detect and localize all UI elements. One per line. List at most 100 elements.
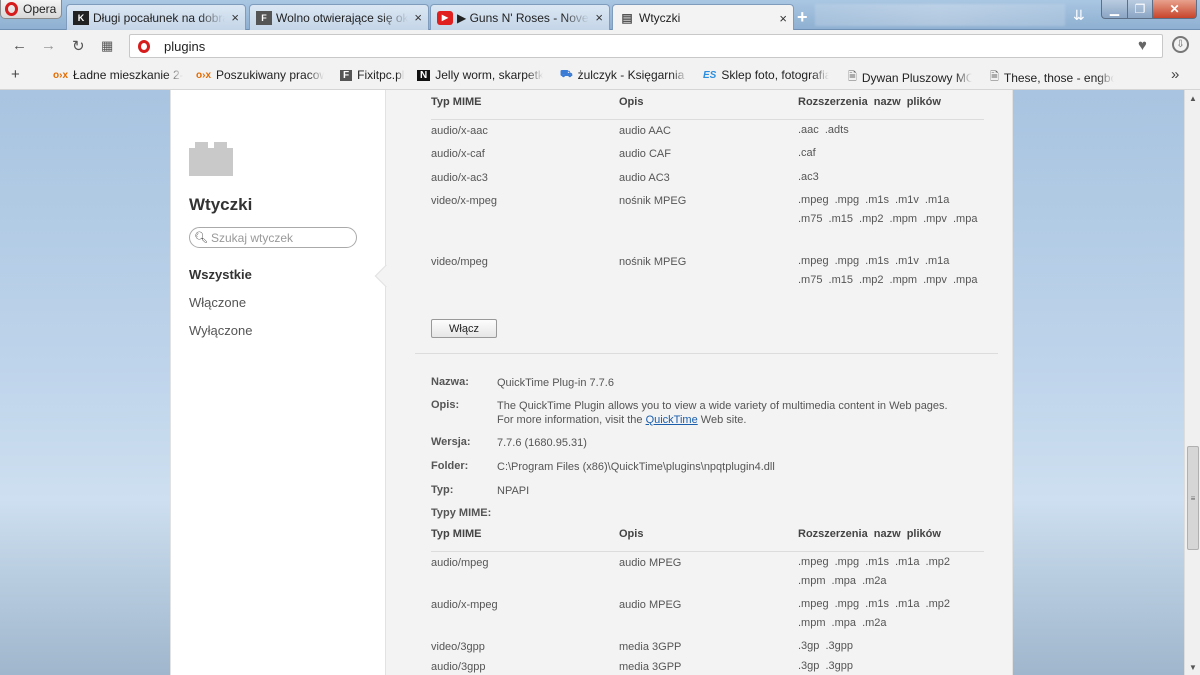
jelly-favicon-icon: N: [417, 69, 431, 81]
fixitpc-favicon-icon: F: [340, 69, 353, 81]
page-title: Wtyczki: [189, 195, 253, 214]
mime-table: Typ MIME Opis Rozszerzenia nazw plików a…: [431, 96, 984, 310]
cell-mime: audio/x-ac3: [431, 172, 488, 184]
header-ext: Rozszerzenia nazw plików: [798, 528, 941, 540]
opera-page-icon: [138, 39, 150, 53]
bookmark-item[interactable]: ⛟ żulczyk - Księgarnia I: [560, 68, 688, 82]
cell-desc: nośnik MPEG: [619, 195, 687, 207]
table-row: audio/x-aac audio AAC .aac .adts: [431, 121, 984, 144]
page-scrollbar[interactable]: ▲ ≡ ▼: [1184, 90, 1200, 675]
cell-mime: video/mpeg: [431, 256, 488, 268]
cell-ext: .3gp .3gpp: [798, 640, 853, 652]
cart-favicon-icon: ⛟: [560, 68, 573, 80]
download-icon[interactable]: ⇩: [1172, 36, 1189, 53]
scroll-up-icon[interactable]: ▲: [1185, 90, 1200, 106]
bookmark-label: Sklep foto, fotografia: [721, 68, 829, 82]
cell-mime: audio/3gpp: [431, 661, 486, 673]
filter-disabled[interactable]: Wyłączone: [189, 323, 252, 338]
opera-menu-label: Opera: [23, 2, 57, 16]
cell-mime: audio/x-mpeg: [431, 599, 498, 611]
close-tab-icon[interactable]: ×: [595, 10, 603, 25]
cell-desc: audio AC3: [619, 172, 670, 184]
header-mime: Typ MIME: [431, 96, 482, 108]
tab-title: Wolno otwierające się okno: [276, 10, 409, 25]
close-tab-icon[interactable]: ×: [231, 10, 239, 25]
bookmark-item[interactable]: 🗎 These, those - engbo: [990, 68, 1114, 87]
add-bookmark-icon[interactable]: +: [11, 66, 20, 83]
opera-menu-button[interactable]: Opera: [0, 0, 62, 19]
bookmark-item[interactable]: 🗎 Dywan Pluszowy MO: [848, 68, 972, 87]
plugin-version: 7.7.6 (1680.95.31): [497, 437, 587, 449]
bookmark-item[interactable]: ES Sklep foto, fotografia: [703, 68, 829, 82]
reload-icon[interactable]: ↻: [72, 37, 85, 55]
description-text-end: Web site.: [697, 414, 747, 426]
speed-dial-grid-icon[interactable]: ▦: [101, 38, 113, 54]
cell-ext: .aac .adts: [798, 124, 849, 136]
tab-strip: Opera K Długi pocałunek na dobrani × F W…: [0, 0, 1200, 31]
navigation-bar: ← → ↻ ▦ plugins ♥ ⇩: [0, 30, 1200, 61]
olx-favicon-icon: o›x: [53, 69, 68, 81]
forward-arrow-icon[interactable]: →: [41, 37, 56, 54]
table-row: audio/mpeg audio MPEG .mpeg .mpg .m1s .m…: [431, 553, 984, 595]
tab-wolno-otwierajace[interactable]: F Wolno otwierające się okno ×: [249, 4, 429, 30]
tab-title: Długi pocałunek na dobrani: [93, 10, 226, 25]
olx-favicon-icon: o›x: [196, 69, 211, 81]
bookmark-label: Poszukiwany pracow: [216, 68, 324, 82]
version-label: Wersja:: [431, 436, 471, 448]
bookmark-item[interactable]: o›x Poszukiwany pracow: [196, 68, 324, 82]
bookmark-label: Fixitpc.pl: [357, 68, 405, 82]
minimize-button[interactable]: ▁: [1101, 0, 1128, 19]
tab-dlugi-pocalunek[interactable]: K Długi pocałunek na dobrani ×: [66, 4, 246, 30]
close-tab-icon[interactable]: ×: [414, 10, 422, 25]
mime-table: Typ MIME Opis Rozszerzenia nazw plików a…: [431, 528, 984, 675]
cell-ext: .caf: [798, 147, 816, 159]
search-input[interactable]: [210, 230, 351, 245]
close-tab-icon[interactable]: ×: [779, 11, 787, 26]
page-icon: 🗎: [990, 71, 999, 83]
scrollbar-thumb[interactable]: ≡: [1187, 446, 1199, 550]
cell-mime: audio/x-caf: [431, 148, 485, 160]
quicktime-link[interactable]: QuickTime: [646, 414, 698, 426]
close-window-button[interactable]: ✕: [1152, 0, 1197, 19]
type-label: Typ:: [431, 484, 454, 496]
tab-title: Wtyczki: [639, 11, 681, 25]
cell-desc: audio CAF: [619, 148, 671, 160]
address-bar[interactable]: plugins: [129, 34, 1163, 58]
cell-desc: media 3GPP: [619, 641, 682, 653]
plugin-search[interactable]: 🔍︎: [189, 227, 357, 248]
cell-desc: audio AAC: [619, 125, 671, 137]
bookmark-item[interactable]: F Fixitpc.pl: [340, 68, 408, 82]
new-tab-button[interactable]: +: [797, 7, 808, 28]
table-row: audio/x-mpeg audio MPEG .mpeg .mpg .m1s …: [431, 595, 984, 637]
cell-ext: .mpeg .mpg .m1s .m1v .m1a .m75 .m15 .mp2…: [798, 255, 978, 286]
tab-wtyczki[interactable]: ▤ Wtyczki ×: [612, 4, 794, 31]
table-row: audio/x-ac3 audio AC3 .ac3: [431, 168, 984, 191]
cell-ext: .mpeg .mpg .m1s .m1v .m1a .m75 .m15 .mp2…: [798, 194, 978, 225]
minimize-icon: ▁: [1109, 2, 1120, 16]
table-row: video/mpeg nośnik MPEG .mpeg .mpg .m1s .…: [431, 252, 984, 310]
bookmark-item[interactable]: N Jelly worm, skarpetki: [417, 68, 543, 82]
tab-guns-n-roses[interactable]: ▶ ▶ Guns N' Roses - November ×: [430, 4, 610, 30]
plugins-sidebar: Wtyczki 🔍︎ Wszystkie Włączone Wyłączone: [170, 90, 386, 675]
more-bookmarks-icon[interactable]: »: [1171, 66, 1179, 83]
tab-menu-icon[interactable]: ⇊: [1073, 7, 1085, 24]
desc-label: Opis:: [431, 399, 460, 411]
mime-types-label: Typy MIME:: [431, 507, 492, 519]
filter-all[interactable]: Wszystkie: [189, 267, 252, 282]
plugin-folder: C:\Program Files (x86)\QuickTime\plugins…: [497, 461, 775, 473]
maximize-button[interactable]: ❐: [1127, 0, 1153, 19]
filter-enabled[interactable]: Włączone: [189, 295, 246, 310]
bookmark-label: These, those - engbo: [1003, 70, 1114, 85]
header-desc: Opis: [619, 96, 644, 108]
bookmark-item[interactable]: o›x Ładne mieszkanie 2-p: [53, 68, 183, 82]
maximize-icon: ❐: [1134, 2, 1146, 16]
name-label: Nazwa:: [431, 376, 469, 388]
plugin-card: Typ MIME Opis Rozszerzenia nazw plików a…: [415, 90, 998, 354]
cell-desc: audio MPEG: [619, 599, 682, 611]
search-icon: 🔍︎: [194, 232, 208, 244]
scroll-down-icon[interactable]: ▼: [1185, 659, 1200, 675]
back-arrow-icon[interactable]: ←: [12, 37, 27, 54]
heart-bookmark-icon[interactable]: ♥: [1138, 37, 1147, 54]
enable-plugin-button[interactable]: Włącz: [431, 319, 497, 338]
cell-mime: video/x-mpeg: [431, 195, 498, 207]
